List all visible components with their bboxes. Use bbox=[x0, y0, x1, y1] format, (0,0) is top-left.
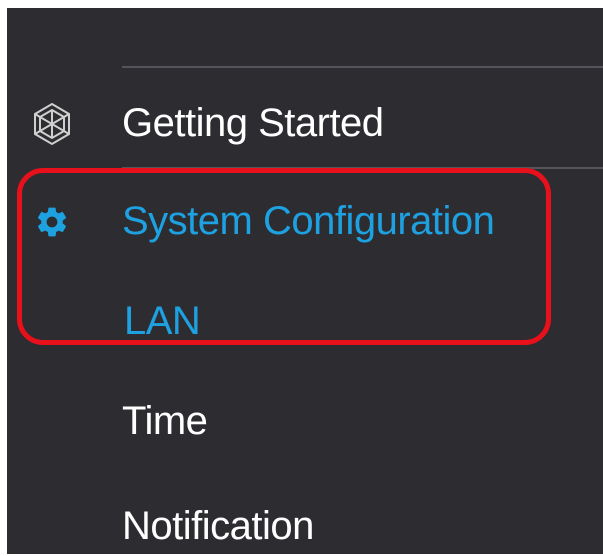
sidebar-subitem-lan[interactable]: LAN bbox=[7, 291, 603, 351]
sidebar-item-label: LAN bbox=[124, 299, 201, 343]
sidebar-item-label: Getting Started bbox=[122, 101, 384, 145]
sidebar-item-getting-started[interactable]: Getting Started bbox=[7, 93, 603, 153]
hexagon-sphere-icon bbox=[29, 101, 75, 147]
sidebar-subitem-time[interactable]: Time bbox=[7, 391, 603, 451]
divider bbox=[122, 167, 603, 169]
sidebar-item-label: Notification bbox=[122, 504, 314, 548]
sidebar-item-label: Time bbox=[122, 399, 208, 443]
divider bbox=[122, 66, 603, 68]
sidebar-item-label: System Configuration bbox=[122, 199, 495, 243]
sidebar-item-system-configuration[interactable]: System Configuration bbox=[7, 191, 603, 251]
gear-icon bbox=[29, 199, 75, 245]
sidebar-subitem-notification[interactable]: Notification bbox=[7, 496, 603, 556]
sidebar-nav: Getting Started System Configuration LAN… bbox=[7, 8, 603, 554]
